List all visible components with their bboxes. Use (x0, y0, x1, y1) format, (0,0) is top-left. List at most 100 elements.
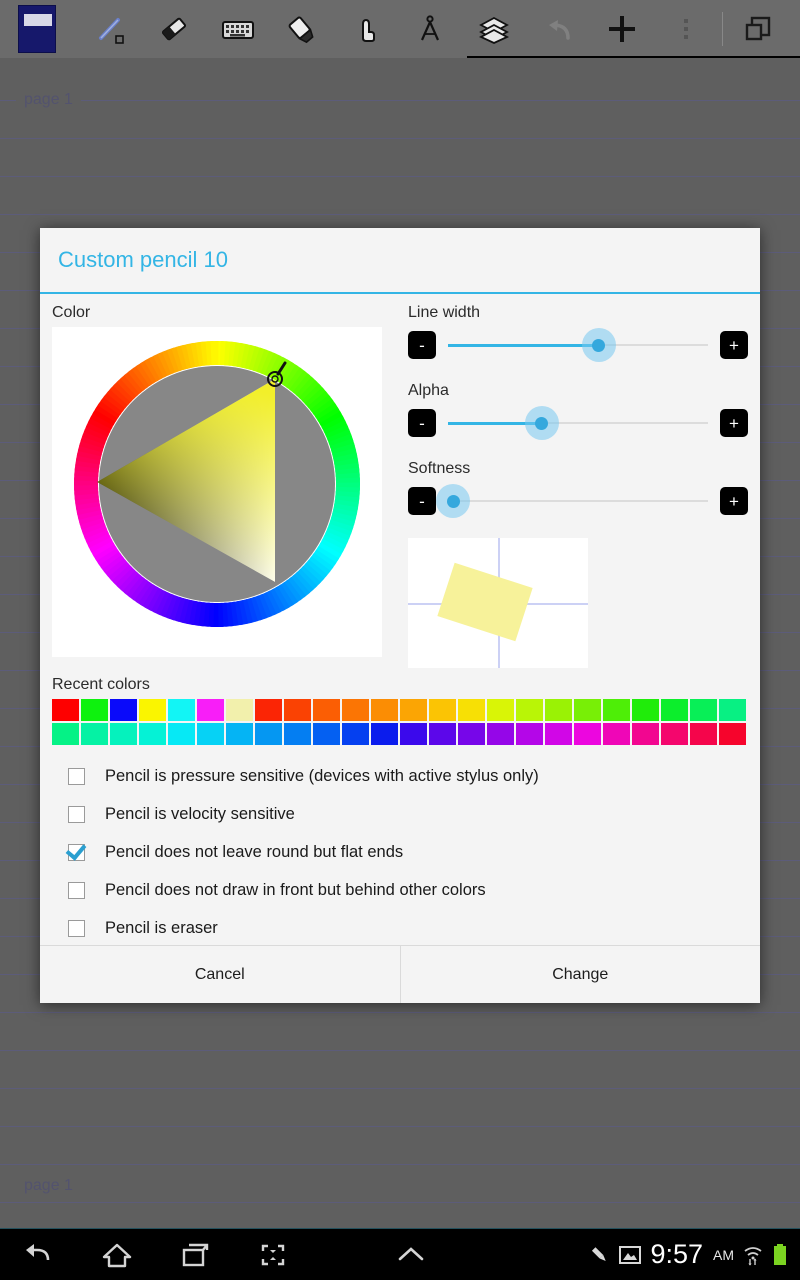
checkbox-pressure-sensitive[interactable]: Pencil is pressure sensitive (devices wi… (52, 757, 748, 795)
recent-color-swatch[interactable] (313, 699, 340, 721)
recent-color-swatch[interactable] (52, 699, 79, 721)
recent-color-swatch[interactable] (632, 723, 659, 745)
recent-color-swatch[interactable] (284, 723, 311, 745)
recent-color-swatch[interactable] (632, 699, 659, 721)
recent-color-swatch[interactable] (516, 723, 543, 745)
softness-slider-track[interactable] (436, 484, 708, 518)
recent-color-swatch[interactable] (661, 699, 688, 721)
recent-color-swatch[interactable] (429, 723, 456, 745)
checkbox-is-eraser[interactable]: Pencil is eraser (52, 909, 748, 947)
recent-color-swatch[interactable] (226, 723, 253, 745)
checkbox-pressure-sensitive-box[interactable] (68, 767, 85, 785)
recent-color-swatch[interactable] (168, 723, 195, 745)
add-icon[interactable] (590, 0, 654, 58)
recent-color-swatch[interactable] (110, 699, 137, 721)
recent-color-swatch[interactable] (545, 699, 572, 721)
marker-tool-icon[interactable] (270, 0, 334, 58)
recent-color-swatch[interactable] (255, 699, 282, 721)
alpha-slider-increment-button[interactable]: + (720, 409, 748, 437)
line-width-slider-decrement-button[interactable]: - (408, 331, 436, 359)
checkbox-is-eraser-box[interactable] (68, 919, 85, 937)
recent-color-swatch[interactable] (371, 699, 398, 721)
alpha-slider-decrement-button[interactable]: - (408, 409, 436, 437)
eraser-tool-icon[interactable] (142, 0, 206, 58)
color-wheel[interactable] (67, 334, 367, 634)
recent-color-swatch[interactable] (226, 699, 253, 721)
recent-color-swatch[interactable] (458, 699, 485, 721)
recent-color-swatch[interactable] (52, 723, 79, 745)
color-wheel-box[interactable] (52, 327, 382, 657)
alpha-slider-track[interactable] (448, 406, 708, 440)
keyboard-tool-icon[interactable] (206, 0, 270, 58)
checkbox-flat-ends-box[interactable] (68, 843, 85, 861)
recent-color-swatch[interactable] (284, 699, 311, 721)
layers-tool-icon[interactable] (462, 0, 526, 58)
alpha-slider-thumb[interactable] (524, 406, 559, 440)
softness-slider-thumb[interactable] (436, 484, 471, 518)
recent-color-swatch[interactable] (255, 723, 282, 745)
line-width-slider-increment-button[interactable]: + (720, 331, 748, 359)
line-width-slider-track[interactable] (448, 328, 708, 362)
recent-colors-row-2[interactable] (52, 723, 748, 745)
recent-color-swatch[interactable] (574, 699, 601, 721)
recent-color-swatch[interactable] (168, 699, 195, 721)
recent-color-swatch[interactable] (719, 723, 746, 745)
nav-back-icon[interactable] (0, 1229, 78, 1280)
softness-slider-decrement-button[interactable]: - (408, 487, 436, 515)
recent-color-swatch[interactable] (661, 723, 688, 745)
line-width-slider: Line width - + (408, 304, 748, 362)
slider-list: Line width - + Alpha - + Softness - + (408, 304, 748, 518)
recent-color-swatch[interactable] (574, 723, 601, 745)
dialog-title: Custom pencil 10 (58, 247, 228, 272)
recent-color-swatch[interactable] (313, 723, 340, 745)
change-button[interactable]: Change (399, 946, 760, 1003)
recent-color-swatch[interactable] (458, 723, 485, 745)
window-icon[interactable] (727, 0, 791, 58)
checkbox-velocity-sensitive-box[interactable] (68, 805, 85, 823)
recent-color-swatch[interactable] (719, 699, 746, 721)
nav-recents-icon[interactable] (156, 1229, 234, 1280)
alpha-slider-row: - + (408, 406, 748, 440)
checkbox-draw-behind[interactable]: Pencil does not draw in front but behind… (52, 871, 748, 909)
recent-color-swatch[interactable] (81, 723, 108, 745)
softness-slider-increment-button[interactable]: + (720, 487, 748, 515)
recent-color-swatch[interactable] (197, 723, 224, 745)
recent-color-swatch[interactable] (603, 723, 630, 745)
recent-color-swatch[interactable] (110, 723, 137, 745)
recent-color-swatch[interactable] (429, 699, 456, 721)
line-width-slider-thumb[interactable] (581, 328, 616, 362)
recent-color-swatch[interactable] (516, 699, 543, 721)
recent-color-swatch[interactable] (487, 723, 514, 745)
recent-color-swatch[interactable] (139, 723, 166, 745)
recent-color-swatch[interactable] (371, 723, 398, 745)
hand-tool-icon[interactable] (334, 0, 398, 58)
app-logo[interactable] (18, 5, 56, 53)
checkbox-is-eraser-label: Pencil is eraser (105, 918, 218, 937)
recent-color-swatch[interactable] (690, 723, 717, 745)
recent-color-swatch[interactable] (400, 699, 427, 721)
recent-color-swatch[interactable] (81, 699, 108, 721)
nav-expand-icon[interactable] (372, 1229, 450, 1280)
recent-colors-row-1[interactable] (52, 699, 748, 721)
nav-screenshot-icon[interactable] (234, 1229, 312, 1280)
dialog-body: Color Line width - + Alpha - + Softness … (40, 294, 760, 947)
checkbox-flat-ends[interactable]: Pencil does not leave round but flat end… (52, 833, 748, 871)
undo-icon[interactable] (526, 0, 590, 58)
recent-color-swatch[interactable] (197, 699, 224, 721)
checkbox-draw-behind-box[interactable] (68, 881, 85, 899)
checkbox-velocity-sensitive[interactable]: Pencil is velocity sensitive (52, 795, 748, 833)
recent-color-swatch[interactable] (139, 699, 166, 721)
recent-color-swatch[interactable] (342, 699, 369, 721)
recent-color-swatch[interactable] (545, 723, 572, 745)
pencil-tool-icon[interactable] (78, 0, 142, 58)
cancel-button[interactable]: Cancel (40, 946, 400, 1003)
recent-color-swatch[interactable] (603, 699, 630, 721)
compass-tool-icon[interactable] (398, 0, 462, 58)
dialog-footer: Cancel Change (40, 945, 760, 1003)
recent-color-swatch[interactable] (400, 723, 427, 745)
recent-color-swatch[interactable] (487, 699, 514, 721)
recent-color-swatch[interactable] (342, 723, 369, 745)
recent-color-swatch[interactable] (690, 699, 717, 721)
overflow-menu-icon[interactable] (654, 0, 718, 58)
nav-home-icon[interactable] (78, 1229, 156, 1280)
